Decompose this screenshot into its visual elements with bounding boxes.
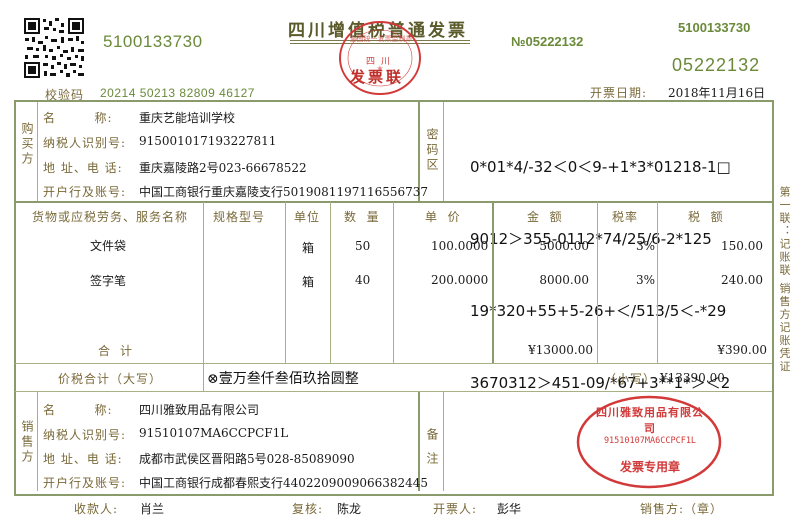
col-unit-divider	[285, 202, 286, 363]
payee-label: 收款人:	[74, 502, 119, 516]
invoice-number-label: №05222132	[511, 34, 583, 49]
seller-seal-taxid: 91510107MA6CCPCF1L	[603, 436, 697, 446]
buyer-name-label: 名 称:	[43, 111, 113, 125]
item-2-rate: 3%	[635, 273, 655, 287]
seller-bank-label: 开户行及账号:	[43, 476, 127, 490]
buyer-bank: 中国工商银行重庆嘉陵支行5019081197116556737	[139, 185, 429, 199]
col-rate-header: 税率	[612, 210, 639, 224]
item-2-unit: 箱	[302, 275, 315, 289]
invoice-number: 05222132	[525, 34, 584, 49]
col-spec-divider	[203, 202, 204, 363]
cipher-line-1: 0*01*4/-32＜0＜9-+1*3*01218-1□	[470, 158, 731, 176]
seller-name: 四川雅致用品有限公司	[139, 403, 260, 417]
payee: 肖兰	[140, 502, 165, 516]
item-1-amount: 5000.00	[539, 239, 589, 253]
buyer-side-divider	[37, 102, 38, 201]
invoice-code-left: 5100133730	[103, 32, 203, 51]
seller-seal-company: 四川雅致用品有限公司	[596, 406, 704, 435]
buyer-address: 重庆嘉陵路2号023-66678522	[139, 161, 307, 175]
item-2-tax: 240.00	[721, 273, 763, 287]
totals-label: 合计	[98, 344, 143, 358]
header-seal-ring: 全国统一发票监制章	[349, 35, 413, 43]
item-1-name: 文件袋	[90, 239, 127, 253]
col-price-header: 单 价	[425, 210, 461, 224]
invoice-number-right: 05222132	[672, 55, 761, 75]
item-1-qty: 50	[355, 239, 371, 253]
totals-tax: ¥390.00	[717, 343, 767, 357]
review-label: 复核:	[292, 502, 324, 516]
cipher-line-3: 19*320+55+5-26+＜/513/5＜-*29	[470, 302, 727, 320]
item-2-qty: 40	[355, 273, 371, 287]
grand-total-words: ⊗壹万叁仟叁佰玖拾圆整	[207, 371, 359, 387]
issue-date: 2018年11月16日	[668, 86, 766, 100]
seller-side-divider	[37, 392, 38, 491]
qr-code	[23, 17, 85, 79]
remarks-label: 备注	[425, 428, 439, 476]
col-spec-header: 规格型号	[213, 210, 266, 224]
grand-total-divider	[203, 364, 204, 391]
col-unit-header: 单位	[294, 210, 321, 224]
item-2-price: 200.0000	[431, 273, 489, 287]
no-symbol: №	[511, 34, 526, 49]
seller-bank: 中国工商银行成都春熙支行4402209009066382445	[139, 476, 429, 490]
buyer-name: 重庆艺能培训学校	[139, 111, 236, 125]
cipher-label-divider	[443, 102, 444, 201]
item-2-amount: 8000.00	[539, 273, 589, 287]
col-goods-header: 货物或应税劳务、服务名称	[32, 210, 189, 224]
buyer-tax-label: 纳税人识别号:	[43, 136, 127, 150]
item-1-price: 100.0000	[431, 239, 489, 253]
seller-side-label: 销售方	[20, 420, 34, 465]
totals-amount: ¥13000.00	[528, 343, 593, 357]
invoice-code-right: 5100133730	[678, 20, 751, 35]
item-2-name: 签字笔	[90, 274, 127, 288]
drawer-label: 开票人:	[433, 502, 478, 516]
seller-tax-label: 纳税人识别号:	[43, 428, 127, 442]
grand-total-small: ¥13390.00	[660, 371, 725, 385]
grand-total-top	[15, 363, 772, 364]
grand-total-label: 价税合计（大写）	[58, 372, 163, 386]
item-1-rate: 3%	[635, 239, 655, 253]
buyer-tax-id: 915001017193227811	[139, 134, 277, 148]
col-qty-header: 数 量	[344, 210, 380, 224]
col-tax-divider	[657, 202, 658, 363]
col-price-divider	[393, 202, 394, 363]
seller-addr-label: 地 址、电 话:	[43, 452, 123, 466]
grand-total-small-label: （小写）	[604, 372, 657, 386]
header-seal-text: 发票联	[350, 68, 405, 86]
seller-address: 成都市武侯区晋阳路5号028-85089090	[139, 452, 355, 466]
item-1-tax: 150.00	[721, 239, 763, 253]
check-code: 20214 50213 82809 46127	[100, 86, 255, 100]
item-1-unit: 箱	[302, 241, 315, 255]
copy-note: 第一联：记账联 销售方记账凭证	[778, 186, 791, 374]
col-qty-divider	[330, 202, 331, 363]
buyer-side-label: 购买方	[20, 122, 34, 167]
buyer-bank-label: 开户行及账号:	[43, 185, 127, 199]
grand-total-bottom	[15, 391, 772, 392]
col-tax-header: 税 额	[688, 210, 724, 224]
seller-seal-text: 发票专用章	[619, 460, 680, 474]
reviewer: 陈龙	[337, 502, 362, 516]
col-rate-divider	[597, 202, 598, 363]
cipher-label: 密码区	[425, 128, 439, 173]
issue-date-label: 开票日期:	[590, 86, 648, 100]
seller-tax-id: 91510107MA6CCPCF1L	[139, 426, 289, 440]
remarks-label-divider	[443, 392, 444, 491]
seller-stamp-label: 销售方:（章）	[640, 502, 724, 516]
col-amount-divider	[492, 202, 494, 363]
seller-name-label: 名 称:	[43, 403, 113, 417]
buyer-addr-label: 地 址、电 话:	[43, 161, 123, 175]
col-amount-header: 金 额	[527, 210, 563, 224]
drawer: 彭华	[497, 502, 522, 516]
